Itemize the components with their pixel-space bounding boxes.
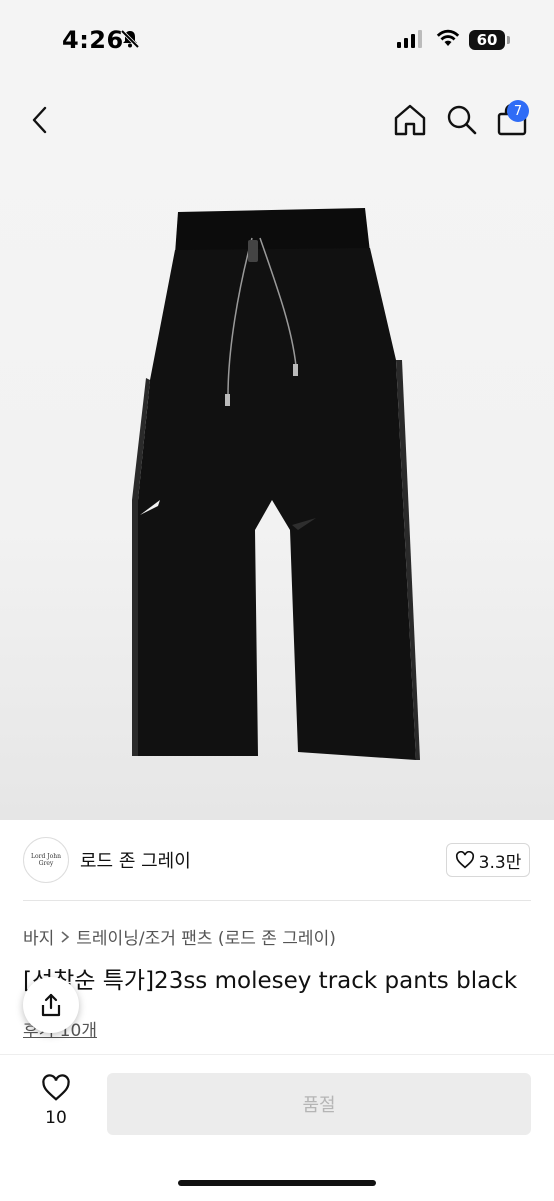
- wishlist-count: 10: [45, 1108, 67, 1128]
- home-icon[interactable]: [392, 102, 428, 138]
- brand-logo[interactable]: Lord John Grey: [23, 837, 69, 883]
- divider: [23, 900, 531, 901]
- signal-icon: [397, 30, 422, 48]
- wishlist-button[interactable]: [36, 1074, 76, 1106]
- breadcrumb: 바지 트레이닝/조거 팬츠 (로드 존 그레이): [23, 924, 336, 949]
- heart-icon: [455, 851, 474, 869]
- back-arrow-icon[interactable]: [26, 104, 54, 136]
- share-icon: [41, 993, 61, 1017]
- share-button[interactable]: [23, 977, 79, 1033]
- search-icon[interactable]: [444, 102, 480, 138]
- chevron-right-icon: [61, 930, 70, 943]
- track-pants-image: [132, 208, 420, 760]
- battery-cap: [507, 36, 510, 44]
- wifi-icon: [436, 29, 460, 46]
- home-indicator: [178, 1180, 376, 1186]
- brand-like-count: 3.3만: [478, 852, 522, 873]
- product-image[interactable]: [0, 84, 554, 820]
- product-title: [선착순 특가]23ss molesey track pants black: [23, 968, 518, 994]
- breadcrumb-category[interactable]: 바지: [23, 924, 54, 949]
- breadcrumb-subcategory[interactable]: 트레이닝/조거 팬츠 (로드 존 그레이): [76, 924, 336, 949]
- brand-name[interactable]: 로드 존 그레이: [80, 847, 191, 873]
- sold-out-button[interactable]: 품절: [107, 1073, 531, 1135]
- bell-muted-icon: [120, 29, 140, 49]
- battery-indicator: 60: [469, 30, 505, 50]
- status-time: 4:26: [62, 26, 124, 54]
- cart-count-badge: 7: [507, 100, 529, 122]
- heart-icon: [42, 1074, 70, 1101]
- brand-like-button[interactable]: 3.3만: [446, 843, 530, 877]
